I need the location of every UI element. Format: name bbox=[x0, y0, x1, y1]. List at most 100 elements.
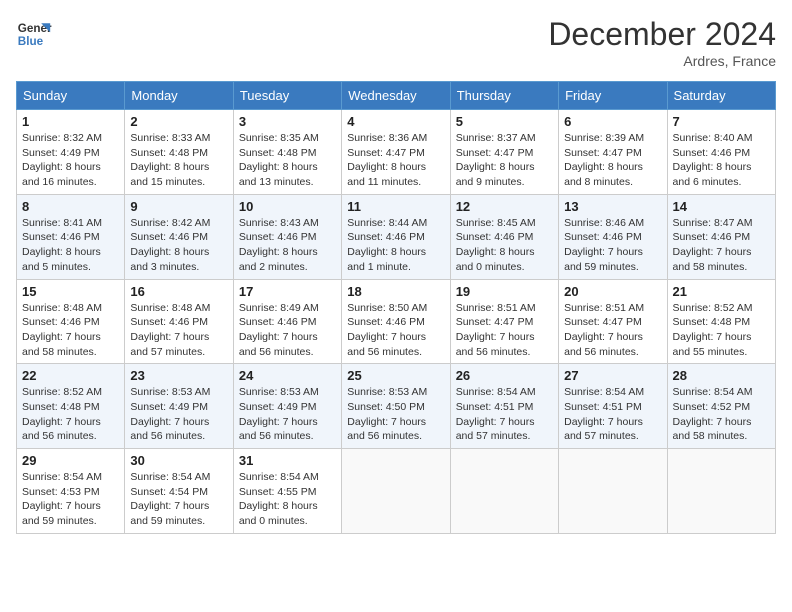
svg-text:Blue: Blue bbox=[18, 35, 44, 48]
day-info: Sunrise: 8:35 AM Sunset: 4:48 PM Dayligh… bbox=[239, 131, 336, 190]
day-number: 8 bbox=[22, 199, 119, 214]
day-number: 10 bbox=[239, 199, 336, 214]
day-number: 29 bbox=[22, 453, 119, 468]
day-info: Sunrise: 8:43 AM Sunset: 4:46 PM Dayligh… bbox=[239, 216, 336, 275]
day-info: Sunrise: 8:45 AM Sunset: 4:46 PM Dayligh… bbox=[456, 216, 553, 275]
page-header: General Blue December 2024 Ardres, Franc… bbox=[16, 16, 776, 69]
day-info: Sunrise: 8:51 AM Sunset: 4:47 PM Dayligh… bbox=[564, 301, 661, 360]
calendar-cell: 18Sunrise: 8:50 AM Sunset: 4:46 PM Dayli… bbox=[342, 279, 450, 364]
calendar-table: SundayMondayTuesdayWednesdayThursdayFrid… bbox=[16, 81, 776, 534]
calendar-cell: 4 Sunrise: 8:36 AM Sunset: 4:47 PM Daylig… bbox=[342, 110, 450, 195]
calendar-cell: 24 Sunrise: 8:53 AM Sunset: 4:49 PM Dayli… bbox=[233, 364, 341, 449]
day-header-saturday: Saturday bbox=[667, 82, 775, 110]
day-number: 12 bbox=[456, 199, 553, 214]
calendar-cell bbox=[559, 449, 667, 534]
day-number: 19 bbox=[456, 284, 553, 299]
day-number: 4 bbox=[347, 114, 444, 129]
day-number: 24 bbox=[239, 368, 336, 383]
day-info: Sunrise: 8:47 AM Sunset: 4:46 PM Dayligh… bbox=[673, 216, 770, 275]
day-number: 26 bbox=[456, 368, 553, 383]
day-info: Sunrise: 8:51 AM Sunset: 4:47 PM Dayligh… bbox=[456, 301, 553, 360]
day-info: Sunrise: 8:54 AM Sunset: 4:51 PM Dayligh… bbox=[456, 385, 553, 444]
day-number: 9 bbox=[130, 199, 227, 214]
day-number: 14 bbox=[673, 199, 770, 214]
day-info: Sunrise: 8:39 AM Sunset: 4:47 PM Dayligh… bbox=[564, 131, 661, 190]
week-row-1: 1Sunrise: 8:32 AM Sunset: 4:49 PM Daylig… bbox=[17, 110, 776, 195]
day-number: 25 bbox=[347, 368, 444, 383]
week-row-4: 22 Sunrise: 8:52 AM Sunset: 4:48 PM Dayli… bbox=[17, 364, 776, 449]
day-info: Sunrise: 8:41 AM Sunset: 4:46 PM Dayligh… bbox=[22, 216, 119, 275]
week-row-5: 29 Sunrise: 8:54 AM Sunset: 4:53 PM Dayli… bbox=[17, 449, 776, 534]
day-number: 3 bbox=[239, 114, 336, 129]
day-info: Sunrise: 8:40 AM Sunset: 4:46 PM Dayligh… bbox=[673, 131, 770, 190]
calendar-cell: 19 Sunrise: 8:51 AM Sunset: 4:47 PM Dayli… bbox=[450, 279, 558, 364]
day-number: 5 bbox=[456, 114, 553, 129]
day-info: Sunrise: 8:36 AM Sunset: 4:47 PM Dayligh… bbox=[347, 131, 444, 190]
calendar-cell: 20 Sunrise: 8:51 AM Sunset: 4:47 PM Dayli… bbox=[559, 279, 667, 364]
calendar-cell: 7 Sunrise: 8:40 AM Sunset: 4:46 PM Daylig… bbox=[667, 110, 775, 195]
day-info: Sunrise: 8:52 AM Sunset: 4:48 PM Dayligh… bbox=[673, 301, 770, 360]
day-number: 7 bbox=[673, 114, 770, 129]
calendar-body: 1Sunrise: 8:32 AM Sunset: 4:49 PM Daylig… bbox=[17, 110, 776, 534]
calendar-cell: 11 Sunrise: 8:44 AM Sunset: 4:46 PM Dayli… bbox=[342, 194, 450, 279]
day-number: 15 bbox=[22, 284, 119, 299]
calendar-cell: 9 Sunrise: 8:42 AM Sunset: 4:46 PM Daylig… bbox=[125, 194, 233, 279]
day-header-friday: Friday bbox=[559, 82, 667, 110]
day-info: Sunrise: 8:54 AM Sunset: 4:52 PM Dayligh… bbox=[673, 385, 770, 444]
day-number: 6 bbox=[564, 114, 661, 129]
calendar-cell: 8 Sunrise: 8:41 AM Sunset: 4:46 PM Daylig… bbox=[17, 194, 125, 279]
day-number: 31 bbox=[239, 453, 336, 468]
day-number: 13 bbox=[564, 199, 661, 214]
day-header-wednesday: Wednesday bbox=[342, 82, 450, 110]
day-number: 23 bbox=[130, 368, 227, 383]
day-header-thursday: Thursday bbox=[450, 82, 558, 110]
calendar-cell: 10 Sunrise: 8:43 AM Sunset: 4:46 PM Dayli… bbox=[233, 194, 341, 279]
calendar-cell: 31Sunrise: 8:54 AM Sunset: 4:55 PM Dayli… bbox=[233, 449, 341, 534]
day-info: Sunrise: 8:49 AM Sunset: 4:46 PM Dayligh… bbox=[239, 301, 336, 360]
calendar-cell: 13 Sunrise: 8:46 AM Sunset: 4:46 PM Dayli… bbox=[559, 194, 667, 279]
day-info: Sunrise: 8:44 AM Sunset: 4:46 PM Dayligh… bbox=[347, 216, 444, 275]
calendar-cell: 29 Sunrise: 8:54 AM Sunset: 4:53 PM Dayli… bbox=[17, 449, 125, 534]
week-row-3: 15 Sunrise: 8:48 AM Sunset: 4:46 PM Dayli… bbox=[17, 279, 776, 364]
calendar-cell: 15 Sunrise: 8:48 AM Sunset: 4:46 PM Dayli… bbox=[17, 279, 125, 364]
day-number: 11 bbox=[347, 199, 444, 214]
day-header-tuesday: Tuesday bbox=[233, 82, 341, 110]
day-info: Sunrise: 8:54 AM Sunset: 4:53 PM Dayligh… bbox=[22, 470, 119, 529]
logo-icon: General Blue bbox=[16, 16, 52, 52]
calendar-cell: 17Sunrise: 8:49 AM Sunset: 4:46 PM Dayli… bbox=[233, 279, 341, 364]
calendar-cell bbox=[450, 449, 558, 534]
day-info: Sunrise: 8:54 AM Sunset: 4:54 PM Dayligh… bbox=[130, 470, 227, 529]
day-info: Sunrise: 8:42 AM Sunset: 4:46 PM Dayligh… bbox=[130, 216, 227, 275]
calendar-cell: 3 Sunrise: 8:35 AM Sunset: 4:48 PM Daylig… bbox=[233, 110, 341, 195]
calendar-cell: 30Sunrise: 8:54 AM Sunset: 4:54 PM Dayli… bbox=[125, 449, 233, 534]
day-info: Sunrise: 8:53 AM Sunset: 4:49 PM Dayligh… bbox=[130, 385, 227, 444]
calendar-cell: 1Sunrise: 8:32 AM Sunset: 4:49 PM Daylig… bbox=[17, 110, 125, 195]
day-info: Sunrise: 8:52 AM Sunset: 4:48 PM Dayligh… bbox=[22, 385, 119, 444]
day-info: Sunrise: 8:32 AM Sunset: 4:49 PM Dayligh… bbox=[22, 131, 119, 190]
location-subtitle: Ardres, France bbox=[548, 53, 776, 69]
day-info: Sunrise: 8:37 AM Sunset: 4:47 PM Dayligh… bbox=[456, 131, 553, 190]
calendar-cell: 25Sunrise: 8:53 AM Sunset: 4:50 PM Dayli… bbox=[342, 364, 450, 449]
logo: General Blue bbox=[16, 16, 56, 52]
calendar-cell: 22 Sunrise: 8:52 AM Sunset: 4:48 PM Dayli… bbox=[17, 364, 125, 449]
day-info: Sunrise: 8:48 AM Sunset: 4:46 PM Dayligh… bbox=[130, 301, 227, 360]
calendar-cell: 2Sunrise: 8:33 AM Sunset: 4:48 PM Daylig… bbox=[125, 110, 233, 195]
day-info: Sunrise: 8:33 AM Sunset: 4:48 PM Dayligh… bbox=[130, 131, 227, 190]
day-info: Sunrise: 8:53 AM Sunset: 4:49 PM Dayligh… bbox=[239, 385, 336, 444]
month-title: December 2024 bbox=[548, 16, 776, 53]
day-info: Sunrise: 8:48 AM Sunset: 4:46 PM Dayligh… bbox=[22, 301, 119, 360]
calendar-cell: 28 Sunrise: 8:54 AM Sunset: 4:52 PM Dayli… bbox=[667, 364, 775, 449]
calendar-cell: 12 Sunrise: 8:45 AM Sunset: 4:46 PM Dayli… bbox=[450, 194, 558, 279]
calendar-cell: 27Sunrise: 8:54 AM Sunset: 4:51 PM Dayli… bbox=[559, 364, 667, 449]
day-info: Sunrise: 8:46 AM Sunset: 4:46 PM Dayligh… bbox=[564, 216, 661, 275]
day-header-sunday: Sunday bbox=[17, 82, 125, 110]
day-number: 20 bbox=[564, 284, 661, 299]
day-header-monday: Monday bbox=[125, 82, 233, 110]
day-number: 28 bbox=[673, 368, 770, 383]
calendar-cell: 23 Sunrise: 8:53 AM Sunset: 4:49 PM Dayli… bbox=[125, 364, 233, 449]
calendar-cell bbox=[667, 449, 775, 534]
day-number: 21 bbox=[673, 284, 770, 299]
calendar-cell: 6 Sunrise: 8:39 AM Sunset: 4:47 PM Daylig… bbox=[559, 110, 667, 195]
day-info: Sunrise: 8:54 AM Sunset: 4:51 PM Dayligh… bbox=[564, 385, 661, 444]
day-number: 22 bbox=[22, 368, 119, 383]
